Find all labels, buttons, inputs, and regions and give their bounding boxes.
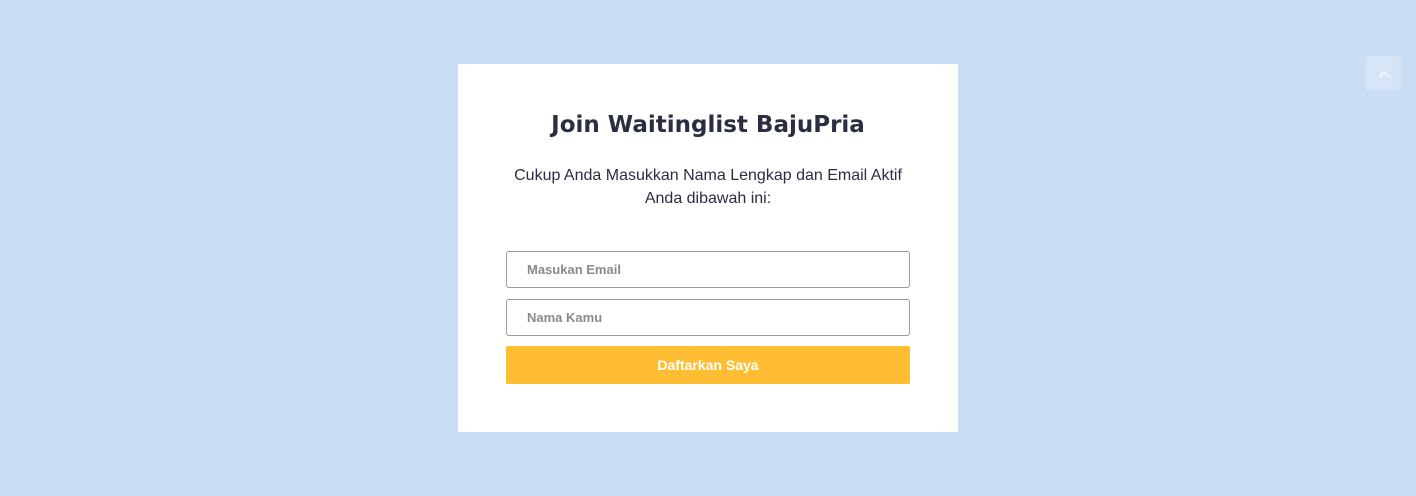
form-description: Cukup Anda Masukkan Nama Lengkap dan Ema… [514,167,902,207]
name-field[interactable] [506,299,910,336]
chevron-up-icon [1378,70,1389,77]
submit-button[interactable]: Daftarkan Saya [506,346,910,384]
email-field[interactable] [506,251,910,288]
page-title: Join Waitinglist BajuPria [551,112,865,138]
scroll-to-top-button[interactable] [1366,56,1401,91]
waitinglist-card: Join Waitinglist BajuPria Cukup Anda Mas… [458,64,958,432]
